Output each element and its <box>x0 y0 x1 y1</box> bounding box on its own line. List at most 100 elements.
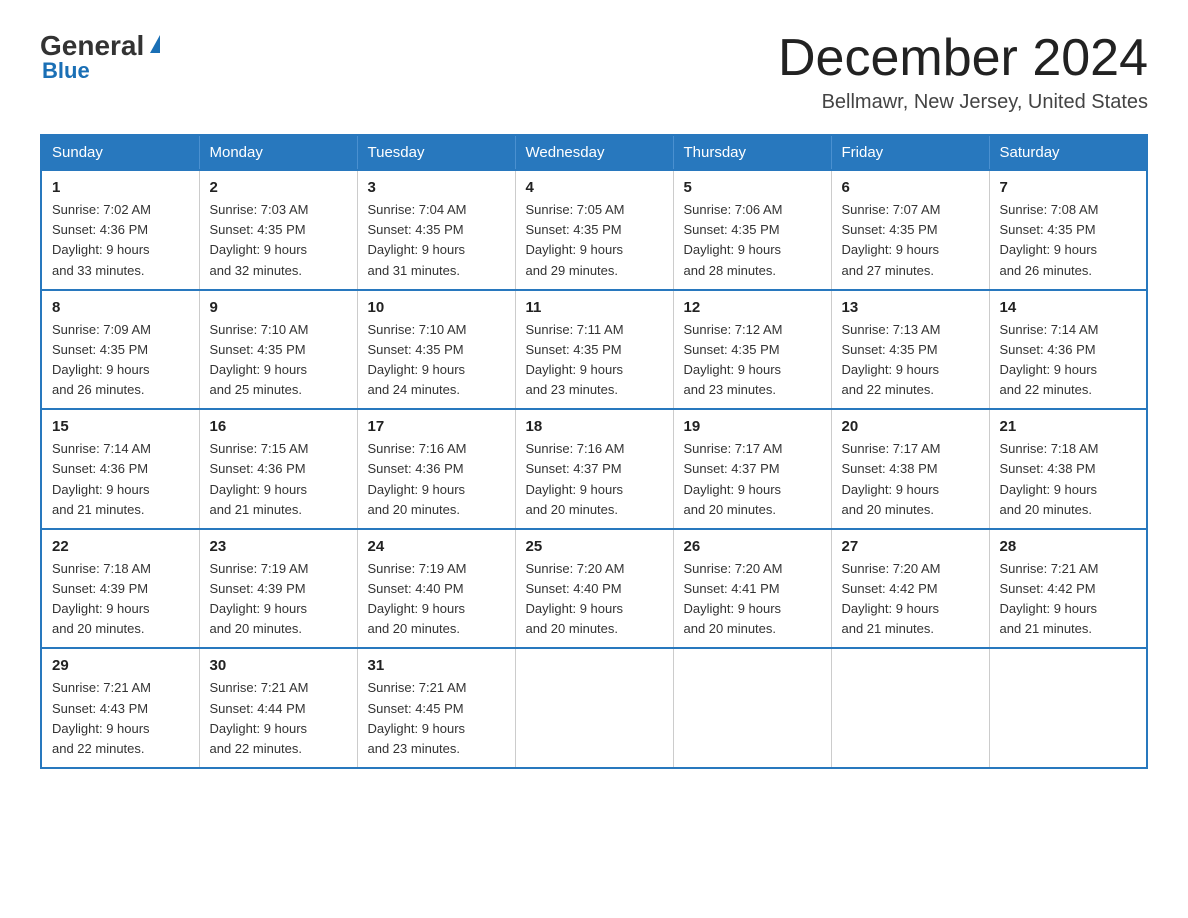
day-info: Sunrise: 7:20 AMSunset: 4:42 PMDaylight:… <box>842 559 979 640</box>
day-info: Sunrise: 7:21 AMSunset: 4:45 PMDaylight:… <box>368 678 505 759</box>
day-number: 9 <box>210 299 347 316</box>
day-info: Sunrise: 7:21 AMSunset: 4:44 PMDaylight:… <box>210 678 347 759</box>
day-number: 4 <box>526 179 663 196</box>
calendar-cell: 27 Sunrise: 7:20 AMSunset: 4:42 PMDayligh… <box>831 529 989 649</box>
day-number: 30 <box>210 657 347 674</box>
day-info: Sunrise: 7:18 AMSunset: 4:39 PMDaylight:… <box>52 559 189 640</box>
calendar-cell: 17 Sunrise: 7:16 AMSunset: 4:36 PMDayligh… <box>357 409 515 529</box>
logo-triangle-icon <box>150 35 160 53</box>
day-number: 25 <box>526 538 663 555</box>
day-info: Sunrise: 7:16 AMSunset: 4:37 PMDaylight:… <box>526 439 663 520</box>
location-text: Bellmawr, New Jersey, United States <box>778 91 1148 114</box>
weekday-header-tuesday: Tuesday <box>357 135 515 170</box>
day-number: 11 <box>526 299 663 316</box>
calendar-cell <box>831 648 989 768</box>
day-info: Sunrise: 7:14 AMSunset: 4:36 PMDaylight:… <box>1000 320 1137 401</box>
calendar-cell: 26Sunrise: 7:20 AMSunset: 4:41 PMDayligh… <box>673 529 831 649</box>
calendar-cell: 21 Sunrise: 7:18 AMSunset: 4:38 PMDayligh… <box>989 409 1147 529</box>
day-number: 3 <box>368 179 505 196</box>
calendar-table: SundayMondayTuesdayWednesdayThursdayFrid… <box>40 134 1148 769</box>
day-number: 1 <box>52 179 189 196</box>
calendar-cell: 23Sunrise: 7:19 AMSunset: 4:39 PMDayligh… <box>199 529 357 649</box>
calendar-cell: 6 Sunrise: 7:07 AMSunset: 4:35 PMDaylight… <box>831 170 989 290</box>
day-number: 23 <box>210 538 347 555</box>
calendar-week-row: 22 Sunrise: 7:18 AMSunset: 4:39 PMDayligh… <box>41 529 1147 649</box>
calendar-cell: 12 Sunrise: 7:12 AMSunset: 4:35 PMDayligh… <box>673 290 831 410</box>
calendar-cell: 16 Sunrise: 7:15 AMSunset: 4:36 PMDayligh… <box>199 409 357 529</box>
day-number: 7 <box>1000 179 1137 196</box>
calendar-cell: 29Sunrise: 7:21 AMSunset: 4:43 PMDayligh… <box>41 648 199 768</box>
day-number: 15 <box>52 418 189 435</box>
calendar-cell: 31Sunrise: 7:21 AMSunset: 4:45 PMDayligh… <box>357 648 515 768</box>
day-info: Sunrise: 7:21 AMSunset: 4:42 PMDaylight:… <box>1000 559 1137 640</box>
calendar-cell <box>673 648 831 768</box>
day-number: 12 <box>684 299 821 316</box>
title-section: December 2024 Bellmawr, New Jersey, Unit… <box>778 30 1148 114</box>
day-number: 21 <box>1000 418 1137 435</box>
day-number: 19 <box>684 418 821 435</box>
page-header: General Blue December 2024 Bellmawr, New… <box>40 30 1148 114</box>
calendar-cell: 11 Sunrise: 7:11 AMSunset: 4:35 PMDayligh… <box>515 290 673 410</box>
day-info: Sunrise: 7:03 AMSunset: 4:35 PMDaylight:… <box>210 200 347 281</box>
day-number: 8 <box>52 299 189 316</box>
day-number: 5 <box>684 179 821 196</box>
day-number: 13 <box>842 299 979 316</box>
calendar-cell: 20Sunrise: 7:17 AMSunset: 4:38 PMDayligh… <box>831 409 989 529</box>
day-info: Sunrise: 7:07 AMSunset: 4:35 PMDaylight:… <box>842 200 979 281</box>
calendar-cell <box>989 648 1147 768</box>
calendar-week-row: 15 Sunrise: 7:14 AMSunset: 4:36 PMDayligh… <box>41 409 1147 529</box>
weekday-header-saturday: Saturday <box>989 135 1147 170</box>
calendar-cell: 7Sunrise: 7:08 AMSunset: 4:35 PMDaylight… <box>989 170 1147 290</box>
calendar-cell: 30 Sunrise: 7:21 AMSunset: 4:44 PMDayligh… <box>199 648 357 768</box>
day-info: Sunrise: 7:17 AMSunset: 4:37 PMDaylight:… <box>684 439 821 520</box>
day-info: Sunrise: 7:05 AMSunset: 4:35 PMDaylight:… <box>526 200 663 281</box>
day-number: 28 <box>1000 538 1137 555</box>
calendar-cell: 14Sunrise: 7:14 AMSunset: 4:36 PMDayligh… <box>989 290 1147 410</box>
logo: General Blue <box>40 30 160 84</box>
calendar-cell: 8Sunrise: 7:09 AMSunset: 4:35 PMDaylight… <box>41 290 199 410</box>
day-info: Sunrise: 7:06 AMSunset: 4:35 PMDaylight:… <box>684 200 821 281</box>
calendar-week-row: 29Sunrise: 7:21 AMSunset: 4:43 PMDayligh… <box>41 648 1147 768</box>
day-number: 6 <box>842 179 979 196</box>
day-number: 22 <box>52 538 189 555</box>
day-number: 10 <box>368 299 505 316</box>
calendar-cell: 1 Sunrise: 7:02 AMSunset: 4:36 PMDaylight… <box>41 170 199 290</box>
day-info: Sunrise: 7:04 AMSunset: 4:35 PMDaylight:… <box>368 200 505 281</box>
calendar-cell: 2 Sunrise: 7:03 AMSunset: 4:35 PMDaylight… <box>199 170 357 290</box>
weekday-header-sunday: Sunday <box>41 135 199 170</box>
calendar-cell: 10Sunrise: 7:10 AMSunset: 4:35 PMDayligh… <box>357 290 515 410</box>
month-title: December 2024 <box>778 30 1148 87</box>
day-info: Sunrise: 7:11 AMSunset: 4:35 PMDaylight:… <box>526 320 663 401</box>
day-number: 24 <box>368 538 505 555</box>
day-info: Sunrise: 7:02 AMSunset: 4:36 PMDaylight:… <box>52 200 189 281</box>
calendar-cell: 28 Sunrise: 7:21 AMSunset: 4:42 PMDayligh… <box>989 529 1147 649</box>
calendar-cell: 24 Sunrise: 7:19 AMSunset: 4:40 PMDayligh… <box>357 529 515 649</box>
day-info: Sunrise: 7:16 AMSunset: 4:36 PMDaylight:… <box>368 439 505 520</box>
calendar-cell: 22 Sunrise: 7:18 AMSunset: 4:39 PMDayligh… <box>41 529 199 649</box>
day-number: 20 <box>842 418 979 435</box>
weekday-header-friday: Friday <box>831 135 989 170</box>
calendar-cell: 25 Sunrise: 7:20 AMSunset: 4:40 PMDayligh… <box>515 529 673 649</box>
day-info: Sunrise: 7:18 AMSunset: 4:38 PMDaylight:… <box>1000 439 1137 520</box>
calendar-cell: 4 Sunrise: 7:05 AMSunset: 4:35 PMDaylight… <box>515 170 673 290</box>
day-number: 2 <box>210 179 347 196</box>
weekday-header-thursday: Thursday <box>673 135 831 170</box>
day-info: Sunrise: 7:15 AMSunset: 4:36 PMDaylight:… <box>210 439 347 520</box>
calendar-cell: 3 Sunrise: 7:04 AMSunset: 4:35 PMDaylight… <box>357 170 515 290</box>
day-info: Sunrise: 7:14 AMSunset: 4:36 PMDaylight:… <box>52 439 189 520</box>
calendar-cell: 5 Sunrise: 7:06 AMSunset: 4:35 PMDaylight… <box>673 170 831 290</box>
calendar-header-row: SundayMondayTuesdayWednesdayThursdayFrid… <box>41 135 1147 170</box>
day-number: 18 <box>526 418 663 435</box>
day-info: Sunrise: 7:12 AMSunset: 4:35 PMDaylight:… <box>684 320 821 401</box>
day-number: 27 <box>842 538 979 555</box>
day-number: 17 <box>368 418 505 435</box>
logo-blue-text: Blue <box>42 58 90 84</box>
weekday-header-wednesday: Wednesday <box>515 135 673 170</box>
day-info: Sunrise: 7:13 AMSunset: 4:35 PMDaylight:… <box>842 320 979 401</box>
calendar-cell: 15 Sunrise: 7:14 AMSunset: 4:36 PMDayligh… <box>41 409 199 529</box>
day-info: Sunrise: 7:19 AMSunset: 4:40 PMDaylight:… <box>368 559 505 640</box>
day-number: 16 <box>210 418 347 435</box>
day-number: 26 <box>684 538 821 555</box>
day-info: Sunrise: 7:21 AMSunset: 4:43 PMDaylight:… <box>52 678 189 759</box>
day-info: Sunrise: 7:20 AMSunset: 4:40 PMDaylight:… <box>526 559 663 640</box>
